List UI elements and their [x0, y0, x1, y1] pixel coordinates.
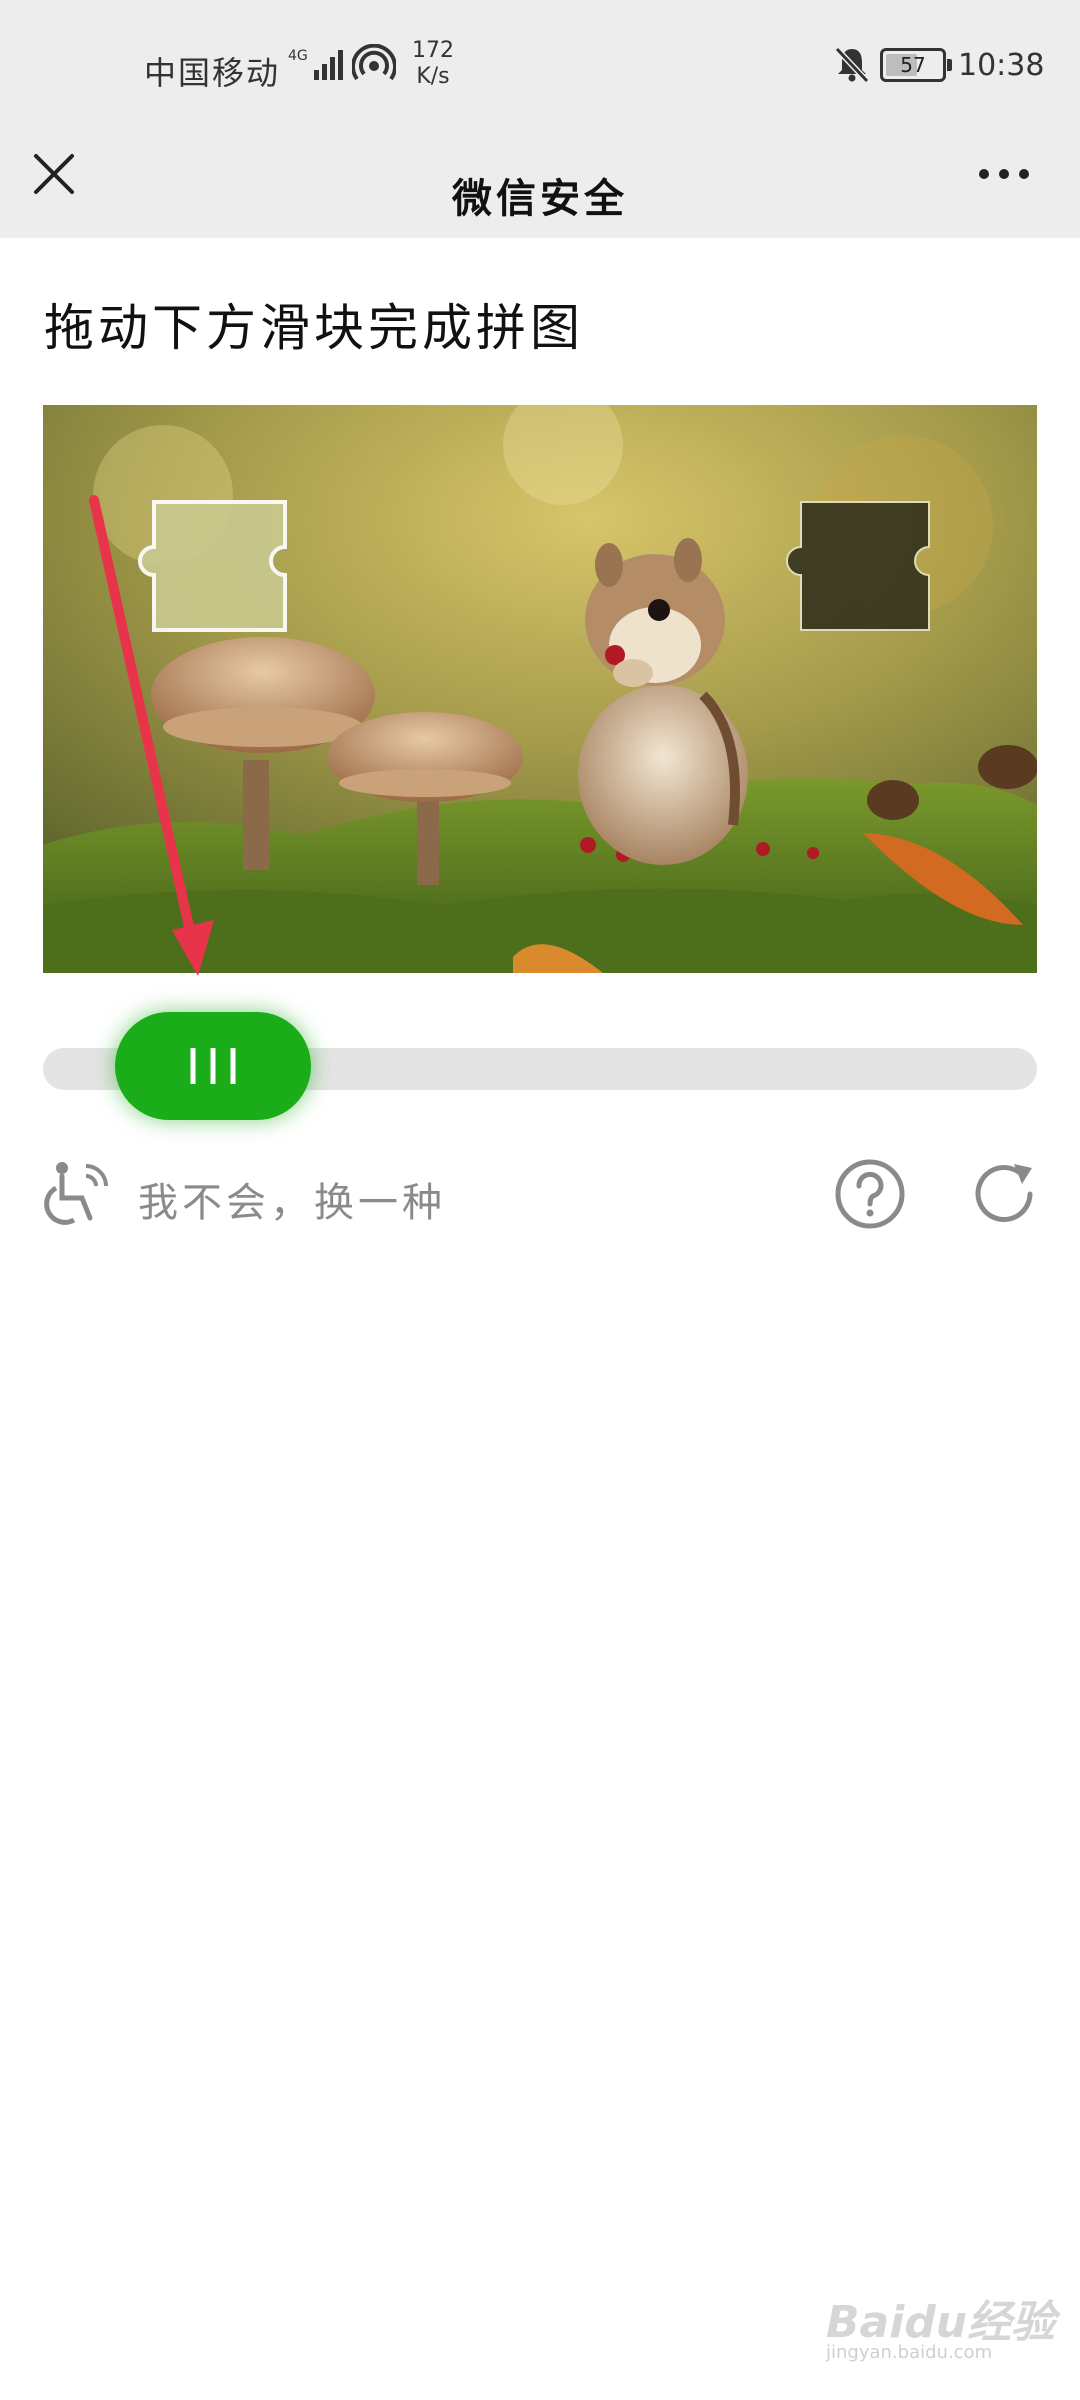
switch-captcha-link[interactable]: 我不会，换一种 — [138, 1170, 446, 1228]
puzzle-piece — [138, 500, 287, 632]
more-icon[interactable] — [974, 150, 1034, 198]
nav-bar: 微信安全 — [0, 130, 1080, 238]
captcha-options-row: 我不会，换一种 — [40, 1158, 1040, 1238]
grip-icon — [190, 1048, 236, 1084]
signal-icon: 4G — [288, 48, 343, 80]
battery-icon: 57 — [880, 48, 952, 82]
slider-handle[interactable] — [114, 1012, 311, 1120]
speed-unit: K/s — [416, 64, 450, 89]
speed-value: 172 — [412, 38, 454, 63]
hotspot-icon — [352, 44, 396, 81]
battery-level: 57 — [900, 53, 926, 77]
page-title: 微信安全 — [452, 176, 628, 222]
help-icon[interactable] — [834, 1158, 906, 1230]
baidu-jingyan-watermark: Baidu经验 jingyan.baidu.com — [826, 2286, 1056, 2366]
clock: 10:38 — [958, 48, 1045, 83]
watermark-url: jingyan.baidu.com — [826, 2342, 993, 2363]
accessibility-icon[interactable] — [40, 1158, 112, 1230]
puzzle-image — [43, 405, 1037, 973]
refresh-icon[interactable] — [968, 1158, 1040, 1230]
carrier-name: 中国移动 — [144, 54, 281, 92]
chipmunk-scene-image — [43, 405, 1037, 973]
puzzle-gap — [786, 501, 930, 631]
network-speed: 172 K/s — [412, 38, 454, 90]
watermark-logo: Baidu经验 — [826, 2297, 1056, 2348]
captcha-instruction: 拖动下方滑块完成拼图 — [44, 299, 584, 357]
status-bar: 中国移动 4G 172 K/s 57 10:38 — [0, 0, 1080, 130]
network-type: 4G — [288, 48, 308, 64]
mute-bell-icon — [834, 46, 870, 84]
